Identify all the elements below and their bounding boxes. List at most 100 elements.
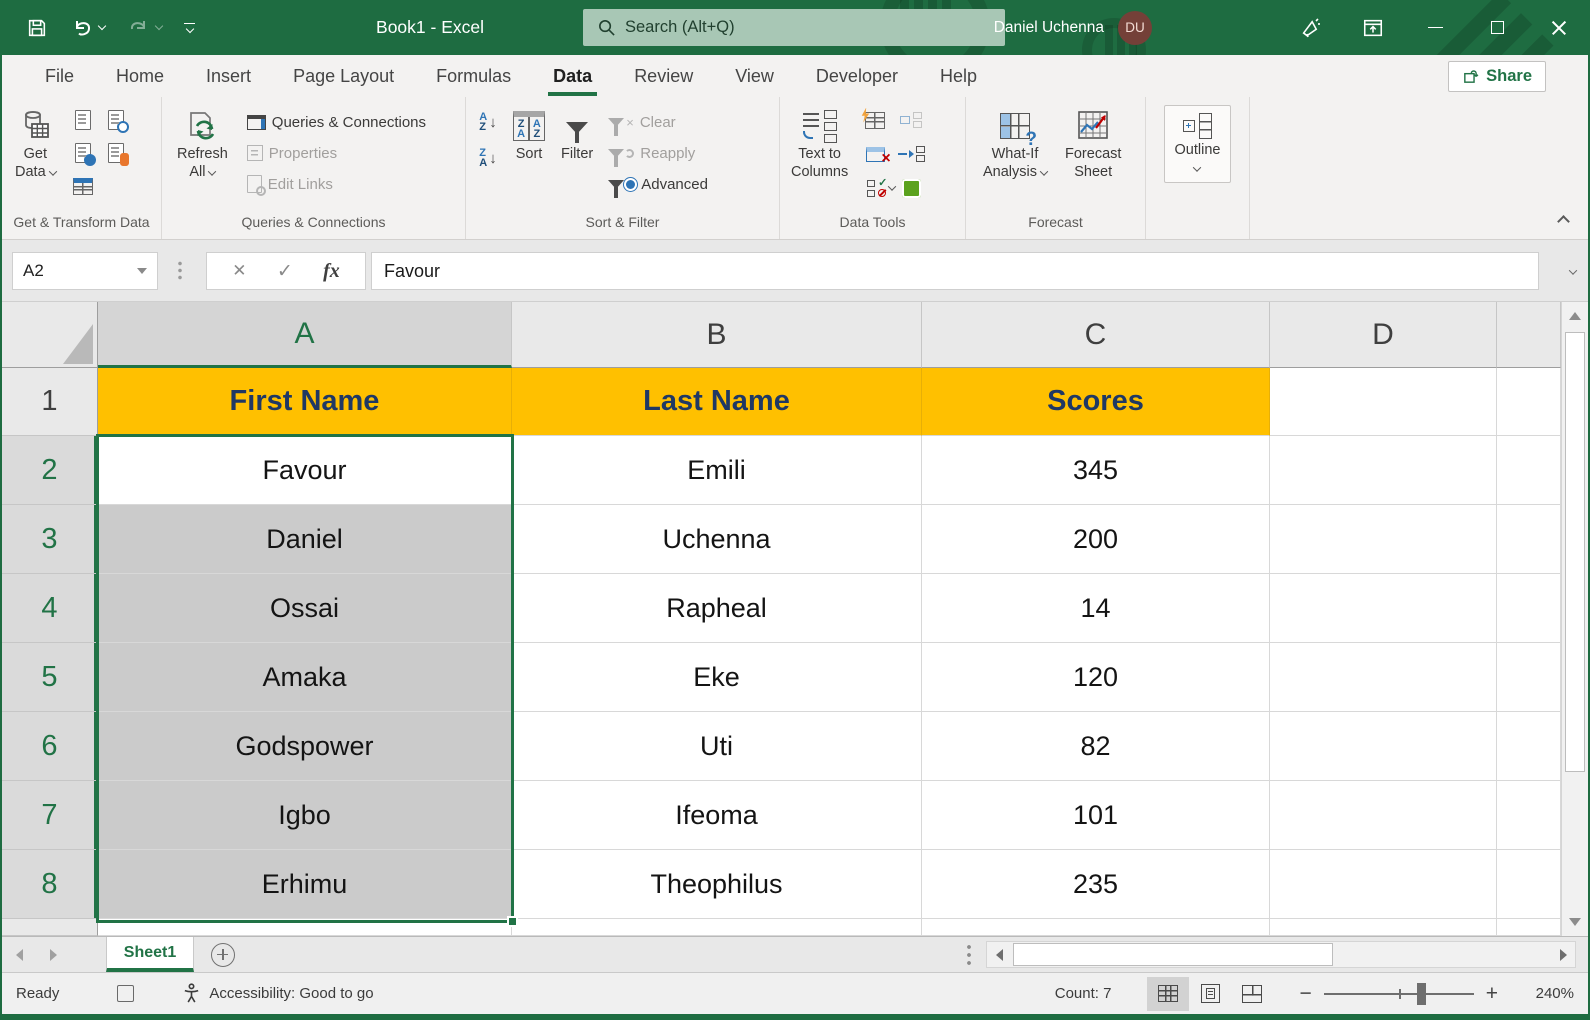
row-header-7[interactable]: 7 [2,781,98,850]
recent-sources-button[interactable] [102,107,130,133]
cell-E5[interactable] [1497,643,1561,712]
cell-B9-partial[interactable] [512,919,922,936]
column-header-A[interactable]: A [98,302,512,368]
normal-view-button[interactable] [1147,977,1189,1011]
page-break-view-button[interactable] [1231,977,1273,1011]
cell-A3[interactable]: Daniel [98,505,512,574]
share-button[interactable]: Share [1448,61,1546,92]
cell-D9-partial[interactable] [1270,919,1497,936]
edit-links-button[interactable]: Edit Links [243,171,430,197]
cell-B4[interactable]: Rapheal [512,574,922,643]
from-text-csv-button[interactable] [69,107,97,133]
row-header-8[interactable]: 8 [2,850,98,919]
sort-ascending-button[interactable]: AZ↓ [474,109,502,135]
next-sheet-button[interactable] [36,937,70,972]
consolidate-button[interactable] [897,141,925,167]
zoom-level[interactable]: 240% [1516,985,1574,1002]
new-sheet-button[interactable] [194,937,252,972]
cell-A1[interactable]: First Name [98,368,512,436]
name-box[interactable]: A2 [12,252,158,290]
macro-record-button[interactable] [117,985,134,1002]
undo-button[interactable] [70,16,105,40]
from-web-button[interactable] [69,140,97,166]
scroll-up-button[interactable] [1562,302,1588,330]
cell-D4[interactable] [1270,574,1497,643]
what-if-analysis-button[interactable]: ? What-IfAnalysis [978,105,1052,183]
forecast-sheet-button[interactable]: ForecastSheet [1060,105,1126,183]
cell-C6[interactable]: 82 [922,712,1270,781]
remove-duplicates-button[interactable]: × [861,141,889,167]
insert-function-button[interactable]: fx [323,260,340,283]
chevron-down-icon[interactable] [98,22,106,30]
cancel-entry-button[interactable]: ✕ [232,261,246,281]
flash-fill-button[interactable] [861,107,889,133]
confirm-entry-button[interactable]: ✓ [277,260,293,283]
clear-filter-button[interactable]: × Clear [604,109,712,135]
data-validation-button[interactable]: ✓ [861,175,901,201]
formula-input[interactable]: Favour [371,252,1539,290]
cell-E8[interactable] [1497,850,1561,919]
manage-data-model-button[interactable] [897,175,925,201]
save-button[interactable] [26,17,48,39]
cell-A4[interactable]: Ossai [98,574,512,643]
cell-E3[interactable] [1497,505,1561,574]
outline-button[interactable]: Outline [1164,105,1232,183]
tab-insert[interactable]: Insert [185,55,272,97]
redo-button[interactable] [127,16,162,40]
row-header-2[interactable]: 2 [2,436,98,505]
relationships-button[interactable] [897,107,925,133]
cell-C8[interactable]: 235 [922,850,1270,919]
row-header-3[interactable]: 3 [2,505,98,574]
cell-E9-partial[interactable] [1497,919,1561,936]
close-button[interactable] [1528,0,1590,55]
properties-button[interactable]: Properties [243,140,430,166]
cell-A6[interactable]: Godspower [98,712,512,781]
chevron-down-icon[interactable] [137,268,147,274]
cell-C4[interactable]: 14 [922,574,1270,643]
queries-connections-button[interactable]: Queries & Connections [243,109,430,135]
tab-scrollbar-splitter[interactable] [966,943,972,967]
cell-E1[interactable] [1497,368,1561,436]
advanced-filter-button[interactable]: Advanced [604,171,712,197]
minimize-button[interactable] [1404,0,1466,55]
column-header-B[interactable]: B [512,302,922,368]
zoom-slider[interactable] [1324,983,1474,1005]
sort-descending-button[interactable]: ZA↓ [474,145,502,171]
cell-C2[interactable]: 345 [922,436,1270,505]
page-layout-view-button[interactable] [1189,977,1231,1011]
cell-D1[interactable] [1270,368,1497,436]
scroll-right-button[interactable] [1551,942,1575,967]
text-to-columns-button[interactable]: Text toColumns [786,105,853,183]
avatar[interactable]: DU [1118,11,1152,45]
accessibility-status[interactable]: Accessibility: Good to go [182,983,373,1004]
vertical-scroll-thumb[interactable] [1565,332,1585,772]
from-table-range-button[interactable] [69,173,97,199]
tab-formulas[interactable]: Formulas [415,55,532,97]
reapply-filter-button[interactable]: Reapply [604,140,712,166]
cell-E7[interactable] [1497,781,1561,850]
customize-qat-button[interactable] [184,23,195,33]
formula-bar-resize-handle[interactable] [178,260,182,282]
maximize-button[interactable] [1466,0,1528,55]
cell-D6[interactable] [1270,712,1497,781]
cell-D5[interactable] [1270,643,1497,712]
cell-A2-active[interactable]: Favour [98,436,512,505]
horizontal-scroll-thumb[interactable] [1013,943,1333,966]
column-header-E-partial[interactable] [1497,302,1561,368]
zoom-in-icon[interactable]: + [1486,989,1498,999]
row-header-6[interactable]: 6 [2,712,98,781]
vertical-scrollbar[interactable] [1561,302,1588,936]
cell-E2[interactable] [1497,436,1561,505]
cell-D7[interactable] [1270,781,1497,850]
get-data-button[interactable]: Get Data [10,105,61,183]
zoom-slider-thumb[interactable] [1417,983,1426,1005]
cell-B2[interactable]: Emili [512,436,922,505]
cell-A7[interactable]: Igbo [98,781,512,850]
scroll-down-button[interactable] [1562,908,1588,936]
cell-B7[interactable]: Ifeoma [512,781,922,850]
tab-home[interactable]: Home [95,55,185,97]
tab-file[interactable]: File [24,55,95,97]
expand-formula-bar-button[interactable] [1566,262,1576,280]
previous-sheet-button[interactable] [2,937,36,972]
cell-A9-partial[interactable] [98,919,512,936]
